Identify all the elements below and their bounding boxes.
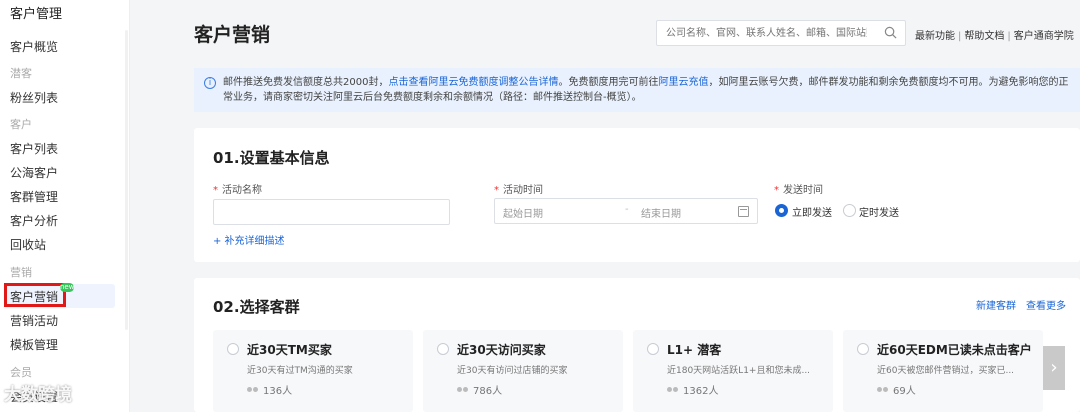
sidebar-item-customer-overview[interactable]: 客户概览 (10, 38, 58, 55)
quota-announcement-link[interactable]: 点击查看阿里云免费额度调整公告详情 (388, 77, 558, 88)
send-now-label[interactable]: 立即发送 (792, 204, 832, 219)
notice-text-b: 。免费额度用完可前往 (558, 77, 659, 88)
people-icon (247, 387, 259, 395)
sidebar-item-recycle-bin[interactable]: 回收站 (10, 236, 46, 253)
segment-desc: 近60天被您邮件营销过，买家已... (877, 366, 1015, 376)
segment-radio[interactable] (437, 343, 449, 355)
info-icon: i (204, 77, 216, 89)
sidebar-group-customers: 客户 (10, 118, 32, 131)
segment-name: L1+ 潜客 (667, 343, 722, 357)
activity-name-input[interactable] (213, 199, 450, 225)
chevron-right-icon[interactable]: › (1043, 346, 1065, 390)
segment-title: 02.选择客群 (213, 298, 300, 316)
new-badge: new (60, 283, 75, 292)
segment-radio[interactable] (647, 343, 659, 355)
sidebar-scrollbar[interactable] (125, 30, 128, 330)
start-date-placeholder[interactable]: 起始日期 (503, 205, 543, 220)
segment-radio[interactable] (227, 343, 239, 355)
activity-date-range[interactable]: 起始日期 - 结束日期 (494, 198, 758, 224)
sidebar-item-customer-list[interactable]: 客户列表 (10, 140, 58, 157)
sidebar-group-prospects: 潜客 (10, 67, 32, 80)
segment-name: 近30天TM买家 (247, 343, 332, 357)
people-icon (457, 387, 469, 395)
segment-card-item[interactable]: 近30天访问买家 近30天有访问过店铺的买家 786人 (423, 330, 623, 412)
send-scheduled-label[interactable]: 定时发送 (859, 204, 899, 219)
new-segment-link[interactable]: 新建客群 (976, 301, 1016, 312)
watermark: 大数跨境 (4, 385, 72, 405)
segment-count: 1362人 (667, 382, 718, 397)
segment-count: 69人 (877, 382, 916, 397)
sidebar-group-marketing: 营销 (10, 266, 32, 279)
segment-count: 786人 (457, 382, 502, 397)
segment-count: 136人 (247, 382, 292, 397)
view-more-link[interactable]: 查看更多 (1026, 301, 1066, 312)
activity-name-label: * 活动名称 (213, 185, 262, 196)
send-time-label: * 发送时间 (774, 185, 823, 196)
notice-text: 邮件推送免费发信额度总共2000封，点击查看阿里云免费额度调整公告详情。免费额度… (223, 75, 1073, 105)
highlight-box (4, 283, 66, 307)
notice-text-a: 邮件推送免费发信额度总共2000封， (223, 77, 389, 88)
sidebar-group-members: 会员 (10, 366, 32, 379)
activity-time-label: * 活动时间 (494, 185, 543, 196)
latest-features-link[interactable]: 最新功能 (915, 31, 955, 42)
send-now-radio[interactable] (775, 204, 788, 217)
top-links: 最新功能 | 帮助文档 | 客户通商学院 (915, 31, 1074, 42)
segment-card-item[interactable]: L1+ 潜客 近180天网站活跃L1+且和您未成... 1362人 (633, 330, 833, 412)
basic-info-card: 01.设置基本信息 * 活动名称 * 活动时间 起始日期 - 结束日期 * 发送时间 … (194, 128, 1080, 262)
notice-banner: i 邮件推送免费发信额度总共2000封，点击查看阿里云免费额度调整公告详情。免费… (194, 68, 1080, 112)
segment-links: 新建客群 查看更多 (966, 297, 1066, 312)
people-icon (877, 387, 889, 395)
search-input[interactable] (657, 21, 867, 45)
sidebar-item-public-customers[interactable]: 公海客户 (10, 164, 58, 181)
end-date-placeholder[interactable]: 结束日期 (641, 205, 681, 220)
help-docs-link[interactable]: 帮助文档 (964, 31, 1004, 42)
segment-card: 02.选择客群 新建客群 查看更多 近30天TM买家 近30天有过TM沟通的买家 … (194, 278, 1080, 412)
sidebar-item-customer-analysis[interactable]: 客户分析 (10, 212, 58, 229)
send-scheduled-radio[interactable] (843, 204, 856, 217)
segment-card-item[interactable]: 近60天EDM已读未点击客户 近60天被您邮件营销过，买家已... 69人 (843, 330, 1043, 412)
calendar-icon[interactable] (738, 206, 749, 217)
aliyun-recharge-link[interactable]: 阿里云充值 (658, 77, 708, 88)
segment-desc: 近30天有过TM沟通的买家 (247, 366, 353, 376)
search-icon[interactable] (884, 26, 897, 39)
sidebar-item-marketing-activities[interactable]: 营销活动 (10, 312, 58, 329)
search-box[interactable] (656, 20, 906, 46)
sidebar: 客户管理 客户概览 潜客 粉丝列表 客户 客户列表 公海客户 客群管理 客户分析… (0, 0, 130, 412)
segment-name: 近30天访问买家 (457, 343, 546, 357)
basic-info-title: 01.设置基本信息 (213, 149, 330, 167)
people-icon (667, 387, 679, 395)
academy-link[interactable]: 客户通商学院 (1014, 31, 1074, 42)
sidebar-title: 客户管理 (10, 7, 63, 22)
segment-desc: 近180天网站活跃L1+且和您未成... (667, 366, 811, 376)
date-separator: - (625, 204, 629, 215)
segment-name: 近60天EDM已读未点击客户 (877, 343, 1032, 357)
add-description-link[interactable]: + 补充详细描述 (213, 232, 285, 247)
segment-desc: 近30天有访问过店铺的买家 (457, 366, 568, 376)
page-title: 客户营销 (194, 24, 271, 46)
segment-card-item[interactable]: 近30天TM买家 近30天有过TM沟通的买家 136人 (213, 330, 413, 412)
sidebar-item-template-management[interactable]: 模板管理 (10, 336, 58, 353)
sidebar-item-fan-list[interactable]: 粉丝列表 (10, 89, 58, 106)
sidebar-item-group-management[interactable]: 客群管理 (10, 188, 58, 205)
segment-radio[interactable] (857, 343, 869, 355)
